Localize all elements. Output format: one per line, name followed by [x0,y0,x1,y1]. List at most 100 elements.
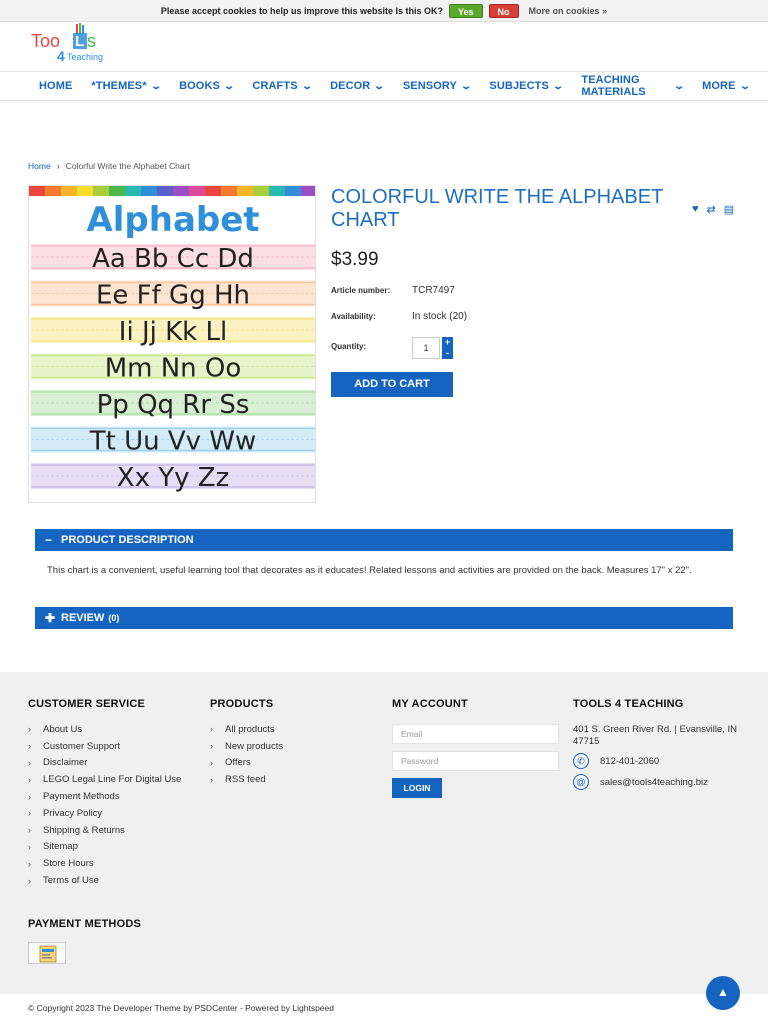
footer-link[interactable]: › All products [210,721,283,738]
footer-link-label: All products [225,723,275,735]
cookie-no-button[interactable]: No [488,3,519,18]
footer-link[interactable]: › RSS feed [210,771,283,788]
site-header: Too L s 4 Teaching [0,22,768,72]
chevron-right-icon: › [210,757,213,768]
copyright-bar: © Copyright 2023 The Developer Theme by … [0,994,768,1024]
nav-item-label: SENSORY [402,80,457,92]
footer-link-label: Store Hours [43,858,94,870]
chart-row-letters: Mm Nn Oo [105,354,242,384]
footer-link-label: Shipping & Returns [43,824,125,836]
nav-item-label: SUBJECTS [489,80,549,92]
products-title: PRODUCTS [210,698,274,710]
customer-service-list: › About Us › Customer Support › Disclaimer › LE… [28,721,181,889]
chevron-right-icon: › [28,858,31,869]
quantity-input[interactable]: 1 [412,337,440,359]
availability-value: In stock (20) [412,311,468,322]
tab-review-label: REVIEW [61,612,105,624]
chart-row-letters: Pp Qq Rr Ss [97,390,250,420]
nav-item-4[interactable]: DECOR ⌄ [330,80,386,92]
password-field[interactable]: Password [392,751,559,771]
compare-icon[interactable]: ⇄ [707,203,716,216]
svg-text:Too: Too [31,31,60,51]
nav-item-label: HOME [39,80,73,92]
svg-text:s: s [87,31,96,51]
logo-graphic: Too L s 4 Teaching [31,23,103,64]
chevron-right-icon: › [210,741,213,752]
main-nav: HOME *THEMES* ⌄ BOOKS ⌄ CRAFTS ⌄ DECOR ⌄ SENSORY ⌄… [0,72,768,101]
product-image[interactable]: Alphabet Aa Bb Cc Dd Ee Ff Gg Hh Ii Jj Kk L… [28,185,316,503]
chevron-right-icon: › [210,774,213,785]
login-button[interactable]: LOGIN [392,778,442,798]
chevron-right-icon: › [210,724,213,735]
footer-link[interactable]: › Terms of Use [28,872,181,889]
customer-service-title: CUSTOMER SERVICE [28,698,146,710]
nav-item-2[interactable]: BOOKS ⌄ [179,80,236,92]
breadcrumb-home[interactable]: Home [28,161,51,171]
product-description-text: This chart is a convenient, useful learn… [47,565,692,576]
chevron-right-icon: › [28,724,31,735]
nav-item-1[interactable]: *THEMES* ⌄ [91,80,161,92]
nav-item-6[interactable]: SUBJECTS ⌄ [489,80,565,92]
footer-link-label: About Us [43,723,83,735]
nav-item-label: TEACHING MATERIALS [581,74,646,98]
footer-link[interactable]: › About Us [28,721,181,738]
nav-item-label: CRAFTS [252,80,298,92]
chevron-right-icon: › [28,875,31,886]
print-icon[interactable]: ▤ [724,203,734,216]
company-email[interactable]: sales@tools4teaching.biz [600,777,708,788]
nav-item-5[interactable]: SENSORY ⌄ [402,80,473,92]
footer-link[interactable]: › Privacy Policy [28,805,181,822]
nav-item-7[interactable]: TEACHING MATERIALS ⌄ [581,74,684,98]
nav-item-3[interactable]: CRAFTS ⌄ [252,80,313,92]
chevron-right-icon: › [28,757,31,768]
heart-icon[interactable]: ♥ [692,203,699,216]
company-title: TOOLS 4 TEACHING [573,698,684,710]
my-account-title: MY ACCOUNT [392,698,468,710]
article-value: TCR7497 [412,285,455,296]
chart-row-letters: Aa Bb Cc Dd [92,244,254,274]
chevron-down-icon: ⌄ [738,80,751,92]
svg-text:L: L [75,33,84,50]
product-title: COLORFUL WRITE THE ALPHABET CHART [331,186,663,231]
tab-review[interactable]: ✚ REVIEW (0) [35,607,733,629]
chevron-down-icon: ⌄ [460,80,473,92]
tab-product-description[interactable]: − PRODUCT DESCRIPTION [35,529,733,551]
cookie-more-link[interactable]: More on cookies » [529,6,608,16]
cookie-yes-button[interactable]: Yes [449,3,483,18]
footer-link[interactable]: › Offers [210,755,283,772]
minus-icon: − [45,533,53,547]
nav-item-8[interactable]: MORE ⌄ [702,80,751,92]
availability-label: Availability: [331,312,376,321]
footer-link[interactable]: › New products [210,738,283,755]
chevron-down-icon: ⌄ [300,80,313,92]
email-field[interactable]: Email [392,724,559,744]
chart-row-letters: Tt Uu Vv Ww [89,427,257,457]
quantity-label: Quantity: [331,342,367,351]
site-logo[interactable]: Too L s 4 Teaching [30,23,106,65]
review-count: (0) [108,613,120,623]
breadcrumb: Home › Colorful Write the Alphabet Chart [28,161,190,171]
back-to-top-button[interactable]: ▲ [706,976,740,1010]
company-phone[interactable]: 812-401-2060 [600,756,659,767]
add-to-cart-button[interactable]: ADD TO CART [331,372,453,397]
nav-item-0[interactable]: HOME [39,80,72,92]
quantity-increase-button[interactable]: + [442,337,453,348]
payment-methods-title: PAYMENT METHODS [28,918,142,930]
footer-link[interactable]: › Payment Methods [28,788,181,805]
chevron-down-icon: ⌄ [373,80,386,92]
footer-link[interactable]: › Customer Support [28,738,181,755]
svg-text:Teaching: Teaching [67,52,103,62]
footer-link[interactable]: › Disclaimer [28,755,181,772]
chevron-down-icon: ⌄ [552,80,565,92]
footer-link[interactable]: › Store Hours [28,855,181,872]
footer-link-label: LEGO Legal Line For Digital Use [43,774,182,786]
footer-link-label: Terms of Use [43,875,99,887]
footer-link[interactable]: › Shipping & Returns [28,822,181,839]
nav-item-label: *THEMES* [91,80,147,92]
footer-link[interactable]: › LEGO Legal Line For Digital Use [28,771,181,788]
chart-row-letters: Xx Yy Zz [117,463,229,493]
chevron-down-icon: ⌄ [223,80,236,92]
footer-link-label: Customer Support [43,740,121,752]
footer-link[interactable]: › Sitemap [28,839,181,856]
quantity-decrease-button[interactable]: - [442,348,453,359]
